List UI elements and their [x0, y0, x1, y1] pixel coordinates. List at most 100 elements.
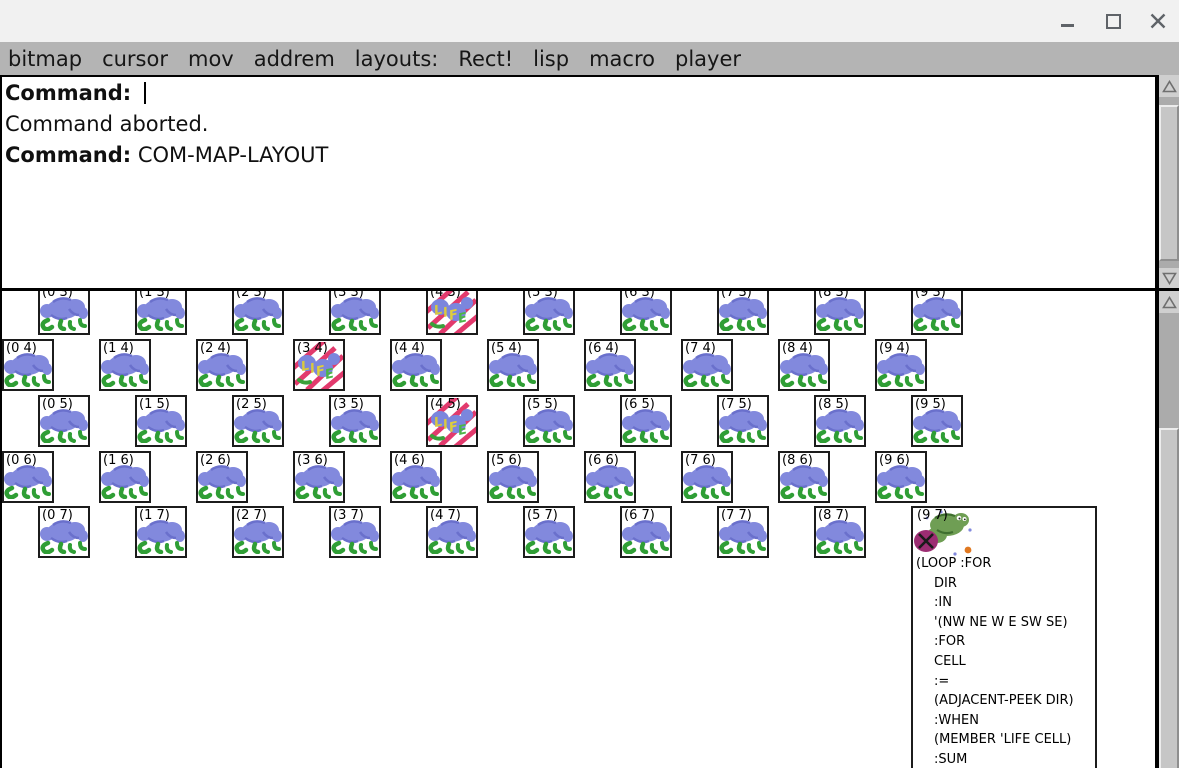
menu-item-rect[interactable]: Rect! [458, 47, 513, 71]
map-cell-4-7[interactable]: (4 7) [426, 506, 478, 558]
map-cell-3-6[interactable]: (3 6) [293, 451, 345, 503]
map-cell-3-5[interactable]: (3 5) [329, 395, 381, 447]
map-scroll-up-button[interactable] [1159, 291, 1179, 313]
map-cell-1-4[interactable]: (1 4) [99, 339, 151, 391]
bug-sprite-icon [330, 518, 380, 558]
map-cell-7-5[interactable]: (7 5) [717, 395, 769, 447]
map-cell-6-6[interactable]: (6 6) [584, 451, 636, 503]
cell-coordinate-label: (0 6) [6, 453, 37, 468]
map-cell-8-7[interactable]: (8 7) [814, 506, 866, 558]
command-prompt-label: Command: [5, 143, 132, 167]
map-cell-4-6[interactable]: (4 6) [390, 451, 442, 503]
map-cell-9-6[interactable]: (9 6) [875, 451, 927, 503]
minimize-button[interactable] [1059, 12, 1077, 30]
map-cell-7-4[interactable]: (7 4) [681, 339, 733, 391]
map-cell-2-7[interactable]: (2 7) [232, 506, 284, 558]
menu-item-layouts[interactable]: layouts: [355, 47, 439, 71]
map-cell-2-3[interactable]: (2 3) [232, 291, 284, 335]
bug-sprite-icon [136, 518, 186, 558]
map-cell-0-5[interactable]: (0 5) [38, 395, 90, 447]
close-icon [1150, 13, 1166, 29]
bug-sprite-icon [585, 351, 635, 391]
cell-coordinate-label: (5 4) [491, 341, 522, 356]
command-scrollbar[interactable] [1157, 75, 1179, 288]
map-cell-9-7[interactable]: (9 7) (LOOP :FOR DIR:IN '(NW NE W E SW SE)… [911, 506, 1097, 768]
map-scrollbar[interactable] [1157, 291, 1179, 768]
map-cell-3-4[interactable]: L I F E (3 4) [289, 338, 347, 394]
map-cell-5-6[interactable]: (5 6) [487, 451, 539, 503]
map-cell-9-4[interactable]: (9 4) [875, 339, 927, 391]
map-cell-1-6[interactable]: (1 6) [99, 451, 151, 503]
menu-item-bitmap[interactable]: bitmap [8, 47, 82, 71]
map-cell-4-4[interactable]: (4 4) [390, 339, 442, 391]
menu-item-addrem[interactable]: addrem [254, 47, 335, 71]
svg-text:E: E [457, 310, 469, 327]
lisp-code-line: CELL [934, 653, 966, 669]
map-cell-8-5[interactable]: (8 5) [814, 395, 866, 447]
map-cell-0-7[interactable]: (0 7) [38, 506, 90, 558]
menu-item-lisp[interactable]: lisp [533, 47, 569, 71]
map-cell-7-7[interactable]: (7 7) [717, 506, 769, 558]
map-cell-4-3[interactable]: L I F E (4 3) [422, 291, 480, 338]
map-cell-1-7[interactable]: (1 7) [135, 506, 187, 558]
close-button[interactable] [1149, 12, 1167, 30]
cell-coordinate-label: (5 5) [527, 397, 558, 412]
command-input-line[interactable]: Command: [5, 78, 1155, 109]
lisp-code-block: (LOOP :FOR DIR:IN '(NW NE W E SW SE):FOR CE… [916, 554, 1093, 768]
map-scrollbar-thumb[interactable] [1159, 428, 1179, 768]
maximize-button[interactable] [1104, 12, 1122, 30]
map-cell-0-4[interactable]: (0 4) [2, 339, 54, 391]
map-cell-7-3[interactable]: (7 3) [717, 291, 769, 335]
map-cell-5-5[interactable]: (5 5) [523, 395, 575, 447]
map-cell-0-3[interactable]: (0 3) [38, 291, 90, 335]
cell-coordinate-label: (6 5) [624, 397, 655, 412]
bug-sprite-icon [682, 463, 732, 503]
map-cell-9-3[interactable]: (9 3) [911, 291, 963, 335]
app-window: bitmap cursor mov addrem layouts: Rect! lisp ma… [0, 0, 1179, 768]
map-cell-3-7[interactable]: (3 7) [329, 506, 381, 558]
menu-item-mov[interactable]: mov [188, 47, 234, 71]
bug-sprite-icon [815, 295, 865, 335]
map-cell-7-6[interactable]: (7 6) [681, 451, 733, 503]
command-panel[interactable]: Command: Command aborted. Command: COM-MA… [0, 75, 1157, 288]
cell-coordinate-label: (4 6) [394, 453, 425, 468]
map-cell-5-7[interactable]: (5 7) [523, 506, 575, 558]
command-scrollbar-thumb[interactable] [1159, 105, 1179, 261]
lisp-code-line: '(NW NE W E SW SE) [934, 614, 1068, 630]
map-cell-6-4[interactable]: (6 4) [584, 339, 636, 391]
map-cell-1-5[interactable]: (1 5) [135, 395, 187, 447]
bug-sprite-icon [294, 463, 344, 503]
window-controls [1059, 0, 1167, 42]
map-cell-2-5[interactable]: (2 5) [232, 395, 284, 447]
map-cell-5-3[interactable]: (5 3) [523, 291, 575, 335]
cell-coordinate-label: (1 7) [139, 508, 170, 523]
map-cell-6-3[interactable]: (6 3) [620, 291, 672, 335]
map-cell-8-3[interactable]: (8 3) [814, 291, 866, 335]
cell-coordinate-label: (1 5) [139, 397, 170, 412]
cell-coordinate-label: (9 5) [915, 397, 946, 412]
map-cell-1-3[interactable]: (1 3) [135, 291, 187, 335]
menu-item-cursor[interactable]: cursor [102, 47, 168, 71]
command-scroll-down-button[interactable] [1159, 268, 1179, 288]
menu-item-macro[interactable]: macro [589, 47, 655, 71]
bug-sprite-icon [524, 407, 574, 447]
map-cell-8-6[interactable]: (8 6) [778, 451, 830, 503]
map-cell-4-5[interactable]: L I F E (4 5) [422, 394, 480, 450]
map-cell-2-6[interactable]: (2 6) [196, 451, 248, 503]
map-cell-6-5[interactable]: (6 5) [620, 395, 672, 447]
bug-sprite-icon [718, 407, 768, 447]
cell-coordinate-label: (1 3) [139, 291, 170, 300]
cell-coordinate-label: (5 6) [491, 453, 522, 468]
bug-sprite-icon [233, 407, 283, 447]
map-cell-2-4[interactable]: (2 4) [196, 339, 248, 391]
menu-item-player[interactable]: player [675, 47, 741, 71]
map-cell-0-6[interactable]: (0 6) [2, 451, 54, 503]
map-cell-3-3[interactable]: (3 3) [329, 291, 381, 335]
map-cell-8-4[interactable]: (8 4) [778, 339, 830, 391]
command-scroll-up-button[interactable] [1159, 75, 1179, 97]
titlebar[interactable] [0, 0, 1179, 42]
map-cell-6-7[interactable]: (6 7) [620, 506, 672, 558]
map-cell-5-4[interactable]: (5 4) [487, 339, 539, 391]
map-cell-9-5[interactable]: (9 5) [911, 395, 963, 447]
bug-sprite-icon [585, 463, 635, 503]
